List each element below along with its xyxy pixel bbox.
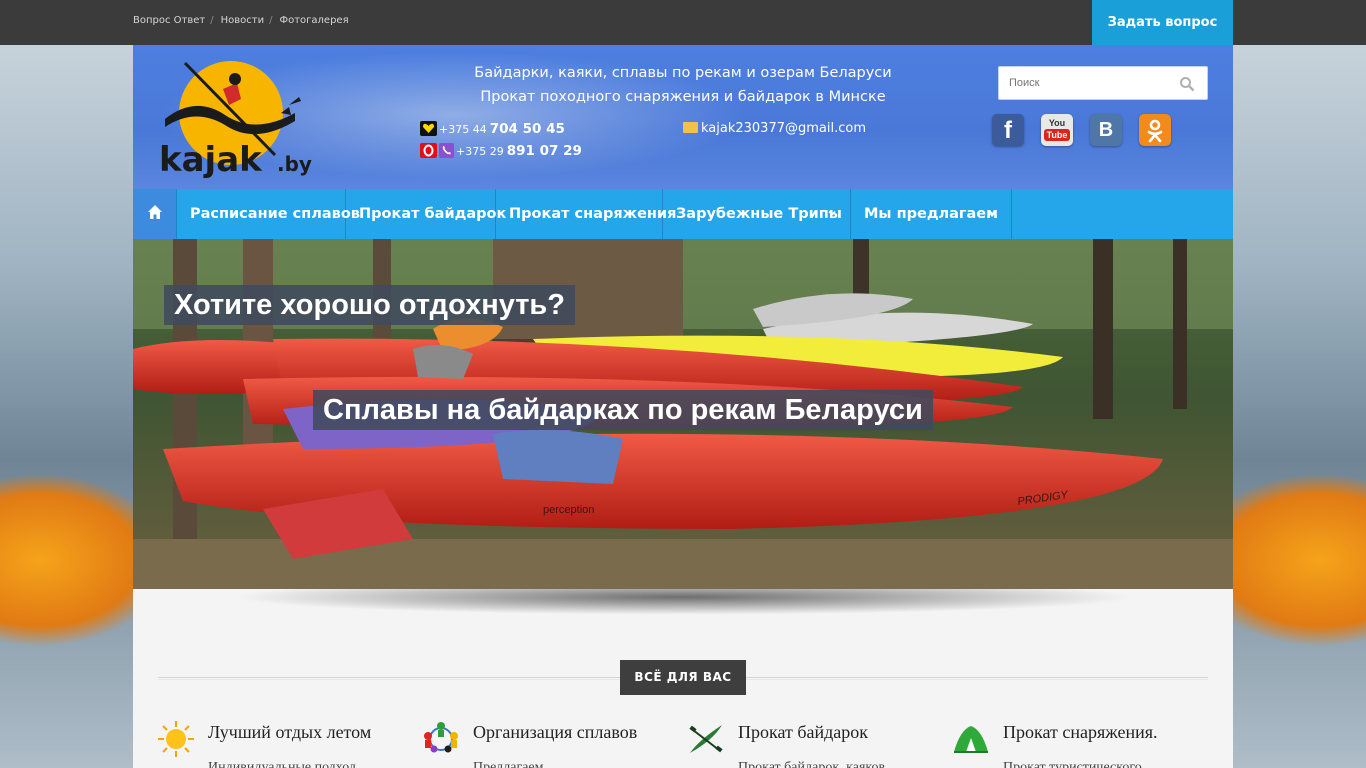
- viber-icon: [439, 143, 454, 158]
- phone-life[interactable]: +375 44 704 50 45: [420, 121, 565, 137]
- feature-gear-rental[interactable]: Прокат снаряжения. Прокат туристического: [952, 720, 1202, 768]
- site-header: kajak .by Байдарки, каяки, сплавы по рек…: [133, 45, 1233, 189]
- life-operator-icon: [420, 121, 437, 136]
- youtube-tube: Tube: [1044, 129, 1070, 141]
- feature-title: Прокат байдарок: [738, 722, 869, 742]
- top-link-gallery[interactable]: Фотогалерея: [279, 15, 348, 26]
- phone1-number: 704 50 45: [489, 121, 565, 137]
- home-icon: [147, 205, 162, 219]
- link-separator: /: [210, 15, 214, 26]
- top-links: Вопрос Ответ / Новости / Фотогалерея: [133, 15, 349, 26]
- tagline-line-2: Прокат походного снаряжения и байдарок в…: [480, 89, 886, 105]
- kayak-brand-1: perception: [543, 504, 594, 516]
- feature-kayak-rental[interactable]: Прокат байдарок Прокат байдарок, каяков: [687, 720, 937, 768]
- search-icon[interactable]: [1179, 76, 1195, 92]
- envelope-icon: [683, 122, 698, 133]
- nav-home[interactable]: [133, 189, 177, 239]
- feature-desc[interactable]: Индивидуальные подход: [208, 760, 356, 768]
- hero-slider[interactable]: perception PRODIGY Хотите хорошо отдохну…: [133, 239, 1233, 589]
- nav-item-foreign-trips[interactable]: Зарубежные Трипы: [663, 189, 851, 239]
- odnoklassniki-icon[interactable]: [1139, 114, 1171, 146]
- feature-desc[interactable]: Прокат туристического: [1003, 760, 1142, 768]
- sun-icon: [158, 721, 194, 757]
- page-container: kajak .by Байдарки, каяки, сплавы по рек…: [133, 45, 1233, 768]
- main-nav: Расписание сплавов Прокат байдарок Прока…: [133, 189, 1233, 239]
- site-tagline: Байдарки, каяки, сплавы по рекам и озера…: [433, 61, 933, 109]
- top-link-faq[interactable]: Вопрос Ответ: [133, 15, 205, 26]
- vkontakte-icon[interactable]: B: [1090, 114, 1122, 146]
- slider-shadow: [133, 589, 1233, 639]
- velcom-operator-icon: [420, 143, 437, 158]
- feature-title: Лучший отдых летом: [208, 722, 372, 742]
- tent-icon: [954, 726, 988, 753]
- youtube-you: You: [1048, 118, 1066, 128]
- youtube-icon[interactable]: You Tube: [1041, 114, 1073, 146]
- ask-question-button[interactable]: Задать вопрос: [1092, 0, 1233, 45]
- nav-item-gear-rental[interactable]: Прокат снаряжения: [496, 189, 676, 239]
- chevron-down-icon: [989, 210, 997, 216]
- top-bar: Вопрос Ответ / Новости / Фотогалерея Задать …: [0, 0, 1366, 45]
- tagline-line-1: Байдарки, каяки, сплавы по рекам и озера…: [474, 65, 892, 81]
- facebook-icon[interactable]: f: [992, 114, 1024, 146]
- feature-desc[interactable]: Предлагаем: [473, 760, 544, 768]
- logo-suffix: .by: [277, 152, 312, 176]
- slide-caption-1: Хотите хорошо отдохнуть?: [164, 285, 575, 325]
- email-address: kajak230377@gmail.com: [701, 121, 867, 136]
- nav-item-schedule[interactable]: Расписание сплавов: [177, 189, 360, 239]
- nav-item-we-offer[interactable]: Мы предлагаем: [851, 189, 1012, 239]
- chevron-down-icon: [828, 210, 836, 216]
- feature-title: Прокат снаряжения.: [1003, 722, 1158, 742]
- feature-organization[interactable]: Организация сплавов Предлагаем: [422, 720, 672, 768]
- people-icon: [424, 722, 458, 753]
- top-link-news[interactable]: Новости: [221, 15, 264, 26]
- contact-email[interactable]: kajak230377@gmail.com: [683, 121, 866, 136]
- search-box: [998, 66, 1208, 100]
- nav-item-foreign-trips-label: Зарубежные Трипы: [676, 206, 842, 222]
- feature-desc[interactable]: Прокат байдарок, каяков: [738, 760, 885, 768]
- slide-caption-2: Сплавы на байдарках по рекам Беларуси: [313, 390, 933, 430]
- phone2-prefix: +375 29: [456, 145, 504, 158]
- phone2-number: 891 07 29: [506, 143, 582, 159]
- nav-item-kayak-rental[interactable]: Прокат байдарок: [346, 189, 506, 239]
- link-separator: /: [269, 15, 273, 26]
- phone1-prefix: +375 44: [439, 123, 487, 136]
- phone-velcom[interactable]: +375 29 891 07 29: [420, 143, 582, 159]
- feature-title: Организация сплавов: [473, 722, 638, 742]
- nav-item-we-offer-label: Мы предлагаем: [864, 206, 998, 222]
- feature-summer[interactable]: Лучший отдых летом Индивидуальные подход: [157, 720, 407, 768]
- section-title: ВСЁ ДЛЯ ВАС: [620, 660, 746, 695]
- kayak-icon: [689, 725, 723, 753]
- logo-text: kajak: [159, 140, 263, 180]
- search-input[interactable]: [999, 67, 1169, 99]
- kajak-logo[interactable]: kajak .by: [155, 55, 315, 180]
